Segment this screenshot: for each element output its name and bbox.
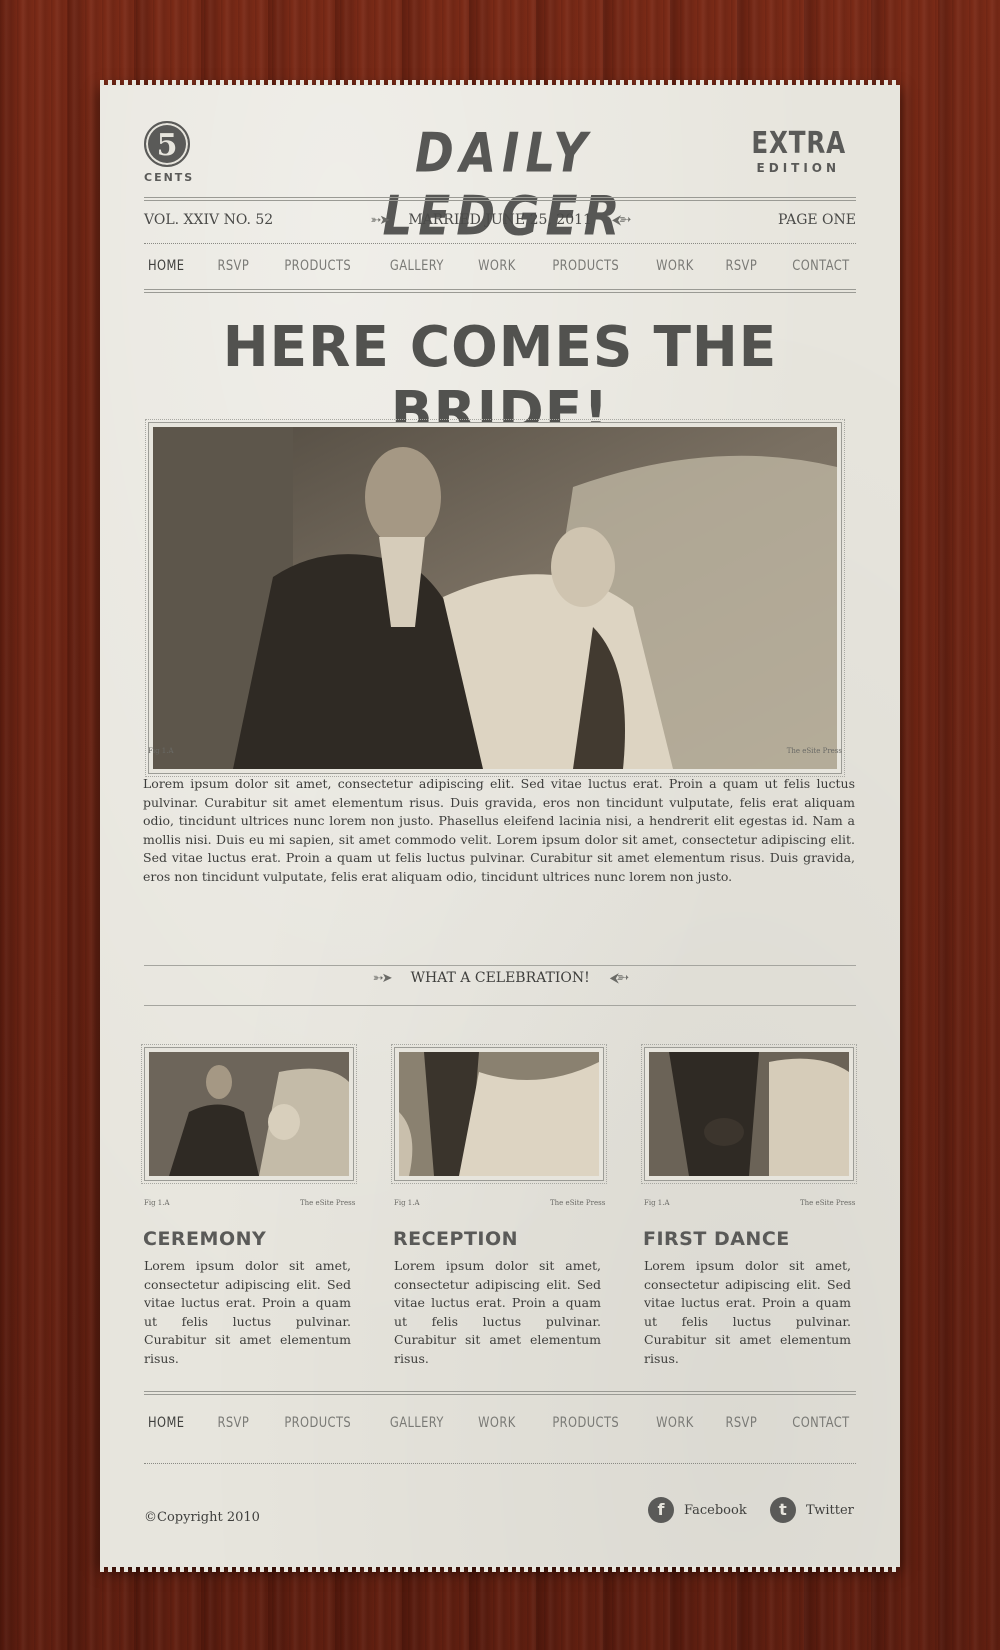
card-photo-frame — [391, 1044, 607, 1184]
card-text-reception: Lorem ipsum dolor sit amet, consectetur … — [394, 1258, 601, 1366]
footer-nav: HOME RSVP PRODUCTS GALLERY WORK PRODUCTS… — [144, 1415, 856, 1435]
footer-nav-item-gallery[interactable]: GALLERY — [390, 1415, 444, 1435]
nav-item-contact[interactable]: CONTACT — [792, 258, 849, 278]
footer-nav-item-contact[interactable]: CONTACT — [792, 1415, 849, 1435]
nav-item-rsvp[interactable]: RSVP — [217, 258, 249, 278]
card-photo-frame — [141, 1044, 357, 1184]
nav-item-rsvp-2[interactable]: RSVP — [726, 258, 758, 278]
card-caption-left: Fig 1.A — [394, 1199, 420, 1207]
facebook-link[interactable]: f Facebook — [648, 1497, 747, 1523]
price-badge: 5 CENTS — [144, 121, 192, 184]
copyright: ©Copyright 2010 — [144, 1510, 260, 1525]
masthead-divider — [144, 197, 856, 201]
top-nav: HOME RSVP PRODUCTS GALLERY WORK PRODUCTS… — [144, 258, 856, 278]
price-label: CENTS — [144, 171, 195, 184]
reception-photo[interactable] — [399, 1052, 599, 1176]
price-number: 5 — [144, 121, 190, 167]
ceremony-photo[interactable] — [149, 1052, 349, 1176]
twitter-label: Twitter — [806, 1502, 854, 1518]
footer-nav-item-products-2[interactable]: PRODUCTS — [553, 1415, 620, 1435]
footer-nav-item-rsvp[interactable]: RSVP — [217, 1415, 249, 1435]
footer-nav-item-products[interactable]: PRODUCTS — [284, 1415, 351, 1435]
card-caption-right: The eSite Press — [300, 1199, 356, 1207]
section-heading: ➳➤ WHAT A CELEBRATION! ⮜➳ — [144, 970, 856, 986]
issue-info-bar: VOL. XXIV NO. 52 ➳➤ MARRIED JUNE 25, 2011… — [144, 212, 856, 232]
twitter-link[interactable]: t Twitter — [770, 1497, 854, 1523]
edition-badge: EXTRA EDITION — [741, 126, 856, 176]
section-divider-top — [144, 965, 856, 966]
footer-divider-top — [144, 1391, 856, 1395]
footer-divider-bottom — [144, 1463, 856, 1464]
card-caption-right: The eSite Press — [550, 1199, 606, 1207]
nav-item-products[interactable]: PRODUCTS — [284, 258, 351, 278]
nav-item-work[interactable]: WORK — [479, 258, 517, 278]
card-title-first-dance: FIRST DANCE — [643, 1228, 790, 1250]
nav-item-work-2[interactable]: WORK — [656, 258, 694, 278]
section-title: WHAT A CELEBRATION! — [410, 970, 590, 986]
edition-subtitle: EDITION — [756, 161, 841, 175]
info-divider — [144, 243, 856, 244]
date-text: MARRIED JUNE 25, 2011 — [408, 212, 592, 228]
footer-nav-item-home[interactable]: HOME — [148, 1415, 184, 1435]
card-text-ceremony: Lorem ipsum dolor sit amet, consectetur … — [144, 1258, 351, 1366]
nav-item-home[interactable]: HOME — [148, 258, 184, 278]
card-caption-left: Fig 1.A — [644, 1199, 670, 1207]
footer-nav-item-rsvp-2[interactable]: RSVP — [726, 1415, 758, 1435]
nav-item-gallery[interactable]: GALLERY — [390, 258, 444, 278]
main-photo-frame — [145, 419, 845, 777]
page-label: PAGE ONE — [777, 212, 856, 228]
arrow-right-icon: ➳➤ — [370, 213, 391, 228]
masthead: 5 CENTS DAILY LEDGER EXTRA EDITION — [144, 121, 856, 248]
edition-title: EXTRA — [750, 126, 846, 161]
footer-nav-item-work[interactable]: WORK — [479, 1415, 517, 1435]
card-text-first-dance: Lorem ipsum dolor sit amet, consectetur … — [644, 1258, 851, 1366]
main-photo-caption-right: The eSite Press — [786, 747, 842, 755]
card-caption-left: Fig 1.A — [144, 1199, 170, 1207]
arrow-right-icon: ➳➤ — [372, 971, 393, 986]
article-body: Lorem ipsum dolor sit amet, consectetur … — [143, 776, 855, 884]
card-title-reception: RECEPTION — [393, 1228, 519, 1250]
nav-item-products-2[interactable]: PRODUCTS — [553, 258, 620, 278]
main-photo-caption-left: Fig 1.A — [148, 747, 174, 755]
first-dance-photo[interactable] — [649, 1052, 849, 1176]
twitter-icon: t — [770, 1497, 796, 1523]
nav-divider — [144, 289, 856, 293]
wedding-date: ➳➤ MARRIED JUNE 25, 2011 ⮜➳ — [144, 212, 856, 228]
newspaper-page: 5 CENTS DAILY LEDGER EXTRA EDITION VOL. … — [100, 80, 900, 1572]
card-photo-frame — [641, 1044, 857, 1184]
card-title-ceremony: CEREMONY — [143, 1228, 267, 1250]
arrow-left-icon: ⮜➳ — [611, 213, 631, 228]
wedding-photo — [153, 427, 837, 769]
facebook-icon: f — [648, 1497, 674, 1523]
card-caption-right: The eSite Press — [800, 1199, 856, 1207]
footer-nav-item-work-2[interactable]: WORK — [656, 1415, 694, 1435]
section-divider-bottom — [144, 1005, 856, 1006]
arrow-left-icon: ⮜➳ — [609, 971, 629, 986]
facebook-label: Facebook — [684, 1502, 747, 1518]
